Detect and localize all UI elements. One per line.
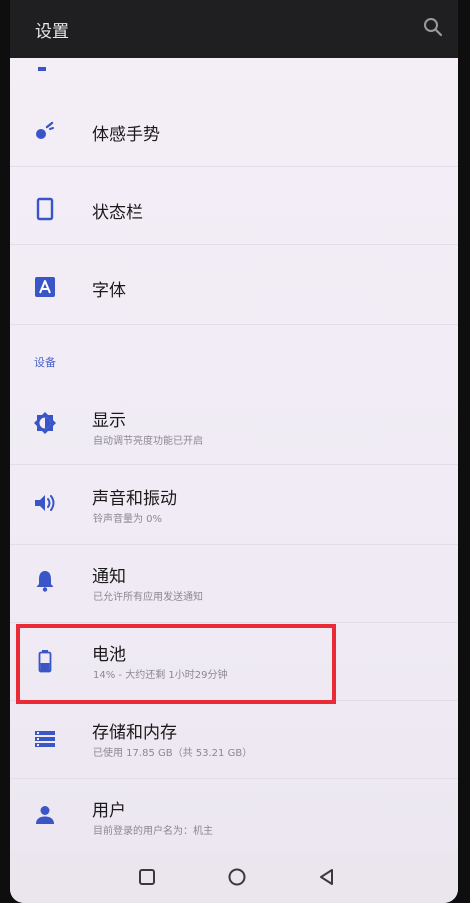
- settings-item-title: 用户: [92, 801, 126, 821]
- divider: [10, 544, 458, 545]
- scrolled-item-icon: [32, 58, 52, 71]
- divider: [10, 778, 458, 779]
- search-icon[interactable]: [420, 14, 446, 40]
- phone-frame-icon: [32, 196, 58, 222]
- section-header-device: 设备: [34, 356, 56, 369]
- divider: [10, 464, 458, 465]
- divider: [10, 166, 458, 167]
- settings-item-title: 体感手势: [92, 125, 160, 145]
- app-bar: 设置: [10, 0, 458, 58]
- settings-item-display[interactable]: 显示 自动调节亮度功能已开启: [10, 396, 458, 462]
- triangle-back-icon[interactable]: [315, 865, 339, 889]
- settings-screen: 设置 体感手势 状态栏 字体 设备 显示 自动调节亮度功能已开启 声音和振动 铃…: [10, 0, 458, 903]
- settings-item-title: 状态栏: [92, 203, 143, 223]
- divider: [10, 244, 458, 245]
- system-nav-bar: [10, 851, 458, 903]
- highlight-box: [16, 624, 336, 704]
- bell-icon: [32, 568, 58, 594]
- settings-item-font[interactable]: 字体: [10, 256, 458, 318]
- settings-item-summary: 铃声音量为 0%: [93, 514, 163, 525]
- settings-item-storage[interactable]: 存储和内存 已使用 17.85 GB（共 53.21 GB）: [10, 708, 458, 774]
- person-icon: [32, 802, 58, 828]
- settings-item-summary: 目前登录的用户名为：机主: [93, 826, 213, 837]
- page-title: 设置: [35, 22, 69, 42]
- storage-icon: [32, 726, 58, 752]
- settings-item-status-bar[interactable]: 状态栏: [10, 178, 458, 240]
- brightness-icon: [32, 410, 58, 436]
- settings-item-summary: 已允许所有应用发送通知: [93, 592, 203, 603]
- settings-item-summary: 已使用 17.85 GB（共 53.21 GB）: [93, 748, 253, 759]
- settings-item-motion-gestures[interactable]: 体感手势: [10, 100, 458, 162]
- volume-icon: [32, 490, 58, 516]
- font-a-icon: [32, 274, 58, 300]
- settings-item-title: 声音和振动: [92, 489, 177, 509]
- divider: [10, 622, 458, 623]
- settings-item-title: 通知: [92, 567, 126, 587]
- settings-item-notifications[interactable]: 通知 已允许所有应用发送通知: [10, 552, 458, 618]
- square-icon[interactable]: [135, 865, 159, 889]
- settings-item-summary: 自动调节亮度功能已开启: [93, 436, 203, 447]
- settings-item-sound[interactable]: 声音和振动 铃声音量为 0%: [10, 474, 458, 540]
- settings-item-title: 显示: [92, 411, 126, 431]
- settings-item-users[interactable]: 用户 目前登录的用户名为：机主: [10, 786, 458, 852]
- circle-icon[interactable]: [225, 865, 249, 889]
- settings-item-title: 字体: [92, 281, 126, 301]
- phone-frame: 设置 体感手势 状态栏 字体 设备 显示 自动调节亮度功能已开启 声音和振动 铃…: [0, 0, 470, 903]
- divider: [10, 324, 458, 325]
- motion-gesture-icon: [32, 118, 58, 144]
- settings-item-title: 存储和内存: [92, 723, 177, 743]
